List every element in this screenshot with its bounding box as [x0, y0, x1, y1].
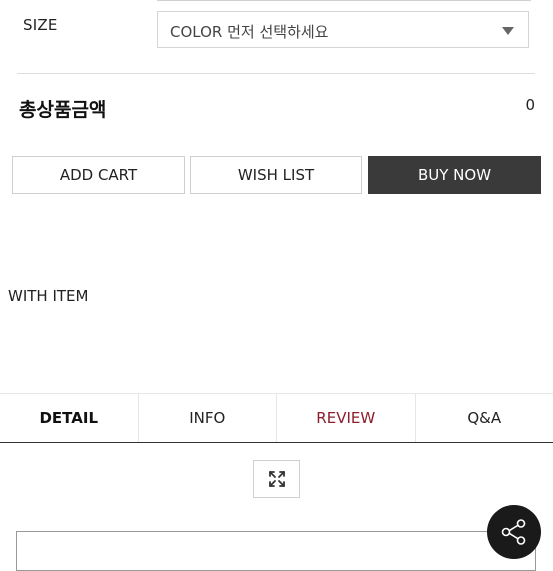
total-price-label: 총상품금액	[19, 95, 106, 122]
size-select[interactable]: COLOR 먼저 선택하세요	[157, 11, 529, 48]
size-option-label: SIZE	[23, 16, 58, 34]
product-tabs: DETAIL INFO REVIEW Q&A	[0, 393, 553, 443]
with-item-heading: WITH ITEM	[8, 287, 88, 305]
tab-review[interactable]: REVIEW	[277, 394, 416, 442]
add-cart-button[interactable]: ADD CART	[12, 156, 185, 194]
tab-info[interactable]: INFO	[139, 394, 278, 442]
total-price-value: 0	[525, 96, 535, 114]
buy-now-button[interactable]: BUY NOW	[368, 156, 541, 194]
share-button[interactable]	[487, 505, 541, 559]
size-select-value: COLOR 먼저 선택하세요	[170, 21, 328, 42]
expand-arrows-icon	[267, 469, 287, 489]
share-icon	[498, 516, 530, 548]
expand-detail-button[interactable]	[253, 460, 300, 498]
tab-qa[interactable]: Q&A	[416, 394, 553, 442]
top-divider	[157, 0, 531, 1]
wish-list-button[interactable]: WISH LIST	[190, 156, 362, 194]
detail-content-frame	[16, 531, 536, 571]
tab-detail[interactable]: DETAIL	[0, 394, 139, 442]
chevron-down-icon	[502, 27, 514, 35]
section-divider	[17, 73, 535, 74]
